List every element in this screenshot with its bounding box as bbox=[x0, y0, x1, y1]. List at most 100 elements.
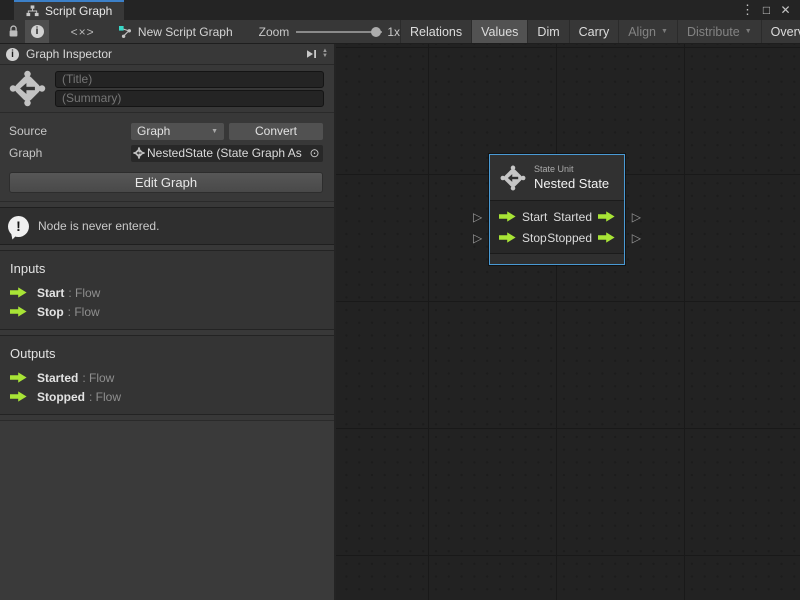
close-icon[interactable]: ✕ bbox=[777, 1, 794, 19]
flow-in-icon[interactable] bbox=[499, 232, 516, 243]
chevron-down-icon: ▼ bbox=[661, 28, 668, 35]
code-icon: <×> bbox=[71, 25, 95, 39]
object-picker-icon[interactable]: ⊙ bbox=[308, 146, 321, 160]
script-graph-window: Script Graph ⋮ □ ✕ i <×> bbox=[0, 0, 800, 600]
port-in-label[interactable]: Start bbox=[522, 210, 547, 224]
external-port-icon[interactable]: ▷ bbox=[473, 211, 482, 223]
graph-inspector-header: i Graph Inspector ▲ ▼ bbox=[0, 44, 334, 65]
node-footer bbox=[490, 253, 624, 264]
node-kind-label: State Unit bbox=[534, 164, 609, 174]
convert-label: Convert bbox=[255, 124, 297, 138]
warning-text: Node is never entered. bbox=[38, 219, 159, 233]
values-button[interactable]: Values bbox=[472, 20, 528, 43]
summary-field[interactable] bbox=[55, 90, 324, 107]
chevron-down-icon: ▼ bbox=[745, 28, 752, 35]
port-out-label[interactable]: Started bbox=[553, 210, 592, 224]
zoom-slider-handle[interactable] bbox=[371, 27, 381, 37]
node-header[interactable]: State Unit Nested State bbox=[490, 155, 624, 201]
toolbar-right-group: Relations Values Dim Carry Align ▼ Distr… bbox=[400, 20, 800, 43]
info-icon: i bbox=[6, 48, 19, 61]
port-name: Started bbox=[37, 371, 78, 385]
zoom-control: Zoom 1x bbox=[259, 25, 400, 39]
inputs-section: Inputs Start : Flow Stop : Flow bbox=[0, 250, 334, 330]
inspector-toggle-button[interactable]: i bbox=[25, 20, 49, 44]
flow-out-icon[interactable] bbox=[598, 232, 615, 243]
tab-label: Script Graph bbox=[45, 4, 112, 18]
node-body: Start Started Stop Stopped bbox=[490, 201, 624, 253]
dim-button[interactable]: Dim bbox=[528, 20, 569, 43]
lock-button[interactable] bbox=[3, 20, 25, 44]
source-dropdown[interactable]: Graph ▼ bbox=[131, 123, 224, 140]
port-in-label[interactable]: Stop bbox=[522, 231, 547, 245]
flow-in-icon[interactable] bbox=[499, 211, 516, 222]
nested-state-node[interactable]: State Unit Nested State Start Started bbox=[489, 154, 625, 265]
zoom-value: 1x bbox=[387, 25, 400, 39]
graph-label: Graph bbox=[9, 146, 131, 160]
port-out-label[interactable]: Stopped bbox=[547, 231, 592, 245]
port-type: : Flow bbox=[68, 286, 100, 300]
script-graph-icon bbox=[118, 25, 132, 39]
port-name: Stopped bbox=[37, 390, 85, 404]
list-item: Started : Flow bbox=[0, 368, 334, 387]
flow-out-icon[interactable] bbox=[598, 211, 615, 222]
state-graph-icon bbox=[9, 70, 46, 107]
port-type: : Flow bbox=[68, 305, 100, 319]
edit-graph-button[interactable]: Edit Graph bbox=[9, 172, 323, 193]
node-port-row: Stop Stopped bbox=[490, 227, 624, 248]
graph-object-field[interactable]: NestedState (State Graph As ⊙ bbox=[131, 145, 323, 162]
align-dropdown[interactable]: Align ▼ bbox=[619, 20, 678, 43]
carry-label: Carry bbox=[579, 25, 610, 39]
relations-button[interactable]: Relations bbox=[401, 20, 472, 43]
code-view-button[interactable]: <×> bbox=[63, 20, 102, 44]
graph-toolbar: i <×> New Script Graph Zoom 1x bbox=[0, 20, 800, 44]
maximize-icon[interactable]: □ bbox=[758, 1, 775, 19]
new-script-graph-button[interactable]: New Script Graph bbox=[118, 25, 233, 39]
external-port-icon[interactable]: ▷ bbox=[632, 211, 641, 223]
external-port-icon[interactable]: ▷ bbox=[632, 232, 641, 244]
outputs-title: Outputs bbox=[0, 342, 334, 368]
inspector-empty-area bbox=[0, 420, 334, 600]
info-icon: i bbox=[31, 25, 44, 38]
port-name: Start bbox=[37, 286, 64, 300]
overview-button[interactable]: Overview bbox=[762, 20, 800, 43]
source-label: Source bbox=[9, 124, 131, 138]
graph-inspector-panel: i Graph Inspector ▲ ▼ bbox=[0, 44, 336, 600]
list-item: Stop : Flow bbox=[0, 302, 334, 321]
node-port-row: Start Started bbox=[490, 206, 624, 227]
flow-arrow-icon bbox=[10, 306, 27, 317]
graph-inspector-title: Graph Inspector bbox=[26, 47, 112, 61]
warning-banner: ! Node is never entered. bbox=[0, 207, 334, 245]
distribute-label: Distribute bbox=[687, 25, 740, 39]
title-field[interactable] bbox=[55, 71, 324, 88]
carry-button[interactable]: Carry bbox=[570, 20, 620, 43]
tab-strip: Script Graph ⋮ □ ✕ bbox=[0, 0, 800, 20]
toolbar-left-group: i <×> New Script Graph Zoom 1x bbox=[0, 20, 400, 43]
sitemap-icon bbox=[26, 5, 39, 17]
overview-label: Overview bbox=[771, 25, 800, 39]
tab-script-graph[interactable]: Script Graph bbox=[14, 0, 124, 20]
external-port-icon[interactable]: ▷ bbox=[473, 232, 482, 244]
state-unit-icon bbox=[500, 165, 526, 191]
source-row: Source Graph ▼ Convert bbox=[9, 121, 323, 141]
source-value: Graph bbox=[137, 124, 170, 138]
dock-panel-icon[interactable] bbox=[305, 49, 317, 59]
edit-graph-label: Edit Graph bbox=[135, 175, 197, 190]
outputs-section: Outputs Started : Flow Stopped : Flow bbox=[0, 335, 334, 415]
zoom-slider[interactable] bbox=[296, 31, 382, 33]
lock-icon bbox=[8, 25, 19, 38]
align-label: Align bbox=[628, 25, 656, 39]
graph-title-block bbox=[0, 65, 334, 112]
distribute-dropdown[interactable]: Distribute ▼ bbox=[678, 20, 762, 43]
window-controls: ⋮ □ ✕ bbox=[739, 0, 800, 20]
zoom-label: Zoom bbox=[259, 25, 290, 39]
scroll-down-icon[interactable]: ▼ bbox=[322, 54, 328, 59]
graph-canvas[interactable]: State Unit Nested State Start Started bbox=[336, 44, 800, 600]
port-type: : Flow bbox=[89, 390, 121, 404]
port-name: Stop bbox=[37, 305, 64, 319]
state-graph-icon bbox=[133, 147, 145, 159]
graph-row: Graph NestedState (State Graph As bbox=[9, 143, 323, 163]
scroll-arrows[interactable]: ▲ ▼ bbox=[322, 49, 328, 59]
convert-button[interactable]: Convert bbox=[229, 123, 323, 140]
window-menu-icon[interactable]: ⋮ bbox=[739, 1, 756, 19]
node-title-label: Nested State bbox=[534, 176, 609, 191]
